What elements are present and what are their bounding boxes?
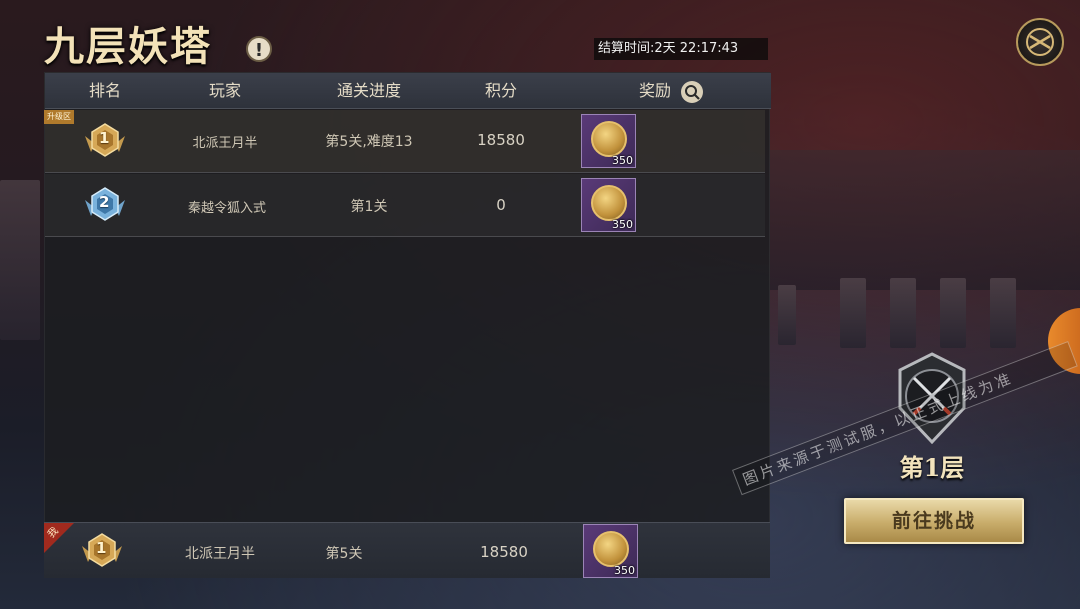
table-header: 排名 玩家 通关进度 积分 奖励	[45, 73, 771, 109]
exchange-icon[interactable]	[1016, 18, 1064, 66]
rank-number: 2	[99, 193, 110, 211]
score-value: 18580	[480, 543, 528, 561]
dragon-coin-icon	[593, 531, 629, 567]
player-name: 秦越令狐入式	[187, 201, 266, 216]
my-rank-row: 我 1 北派王月半 第5关 18580 350	[44, 522, 770, 578]
reward-count: 350	[612, 154, 633, 167]
upgrade-zone-tag: 升级区	[44, 110, 74, 124]
column-header-player: 玩家	[208, 81, 241, 100]
column-header-reward: 奖励	[638, 81, 671, 100]
column-header-progress: 通关进度	[336, 81, 401, 100]
column-header-rank: 排名	[88, 81, 121, 100]
settlement-countdown: 结算时间:2天 22:17:43	[594, 38, 768, 60]
player-name: 北派王月半	[185, 546, 255, 562]
magnifier-icon[interactable]	[681, 81, 703, 103]
rank-2-badge-icon: 2	[83, 186, 127, 226]
reward-count: 350	[614, 564, 635, 577]
ranking-panel: 排名 玩家 通关进度 积分 奖励 升级区 1 北派王月半 第5关,难度13 18…	[44, 72, 771, 578]
progress-text: 第5关,难度13	[325, 134, 413, 150]
table-row[interactable]: 2 秦越令狐入式 第1关 0 350	[45, 174, 765, 237]
progress-text: 第5关	[325, 546, 363, 562]
reward-item[interactable]: 350	[581, 114, 636, 168]
current-layer-label: 第1层	[899, 453, 965, 482]
dragon-coin-icon	[591, 121, 627, 157]
rank-1-badge-icon: 1	[83, 122, 127, 162]
exclamation-icon[interactable]: !	[246, 36, 272, 62]
table-row[interactable]: 升级区 1 北派王月半 第5关,难度13 18580 350	[44, 110, 765, 173]
rank-1-badge-icon: 1	[80, 532, 124, 572]
go-challenge-button[interactable]: 前往挑战	[844, 498, 1024, 544]
score-value: 0	[496, 196, 506, 214]
progress-text: 第1关	[350, 199, 388, 215]
reward-count: 350	[612, 218, 633, 231]
reward-item[interactable]: 350	[583, 524, 638, 578]
rank-number: 1	[99, 129, 110, 147]
score-value: 18580	[477, 131, 525, 149]
page-title: 九层妖塔	[44, 23, 212, 70]
rank-number: 1	[96, 539, 107, 557]
player-name: 北派王月半	[192, 136, 258, 151]
reward-item[interactable]: 350	[581, 178, 636, 232]
column-header-score: 积分	[484, 81, 517, 100]
dragon-coin-icon	[591, 185, 627, 221]
